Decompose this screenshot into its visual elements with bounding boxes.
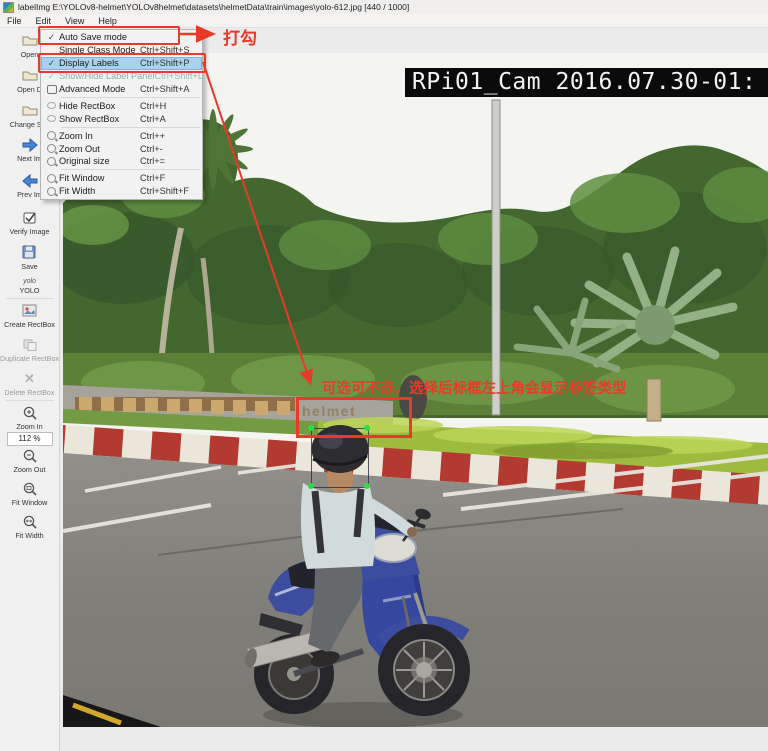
magnifier-fit-icon bbox=[22, 480, 38, 497]
x-icon: ✕ bbox=[24, 370, 35, 387]
menu-separator bbox=[61, 169, 200, 170]
menu-separator bbox=[61, 127, 200, 128]
front-wheel bbox=[378, 624, 470, 716]
save-button[interactable]: Save bbox=[1, 244, 59, 271]
folder-icon bbox=[21, 67, 39, 84]
tip-note-text: 可选可不选，选择后标框左上角会显示标签类型 bbox=[322, 377, 627, 398]
app-icon bbox=[3, 2, 14, 13]
zoom-out-button[interactable]: Zoom Out bbox=[1, 447, 59, 474]
create-rectbox-button[interactable]: Create RectBox bbox=[1, 302, 59, 329]
delete-rectbox-button[interactable]: ✕ Delete RectBox bbox=[1, 370, 59, 397]
zoom-level-value[interactable]: 112 % bbox=[7, 432, 53, 446]
magnifier-plus-icon bbox=[22, 404, 38, 421]
format-yolo-button[interactable]: yolo YOLO bbox=[1, 278, 59, 295]
menu-separator bbox=[61, 97, 200, 98]
bbox-handle-bottom-right[interactable] bbox=[364, 483, 370, 489]
checkbox-icon bbox=[22, 209, 38, 226]
divider bbox=[6, 400, 54, 401]
folder-icon bbox=[21, 102, 39, 119]
magnifier-icon bbox=[47, 144, 56, 153]
title-bar: labelImg E:\YOLOv8-helmet\YOLOv8helmet\d… bbox=[0, 0, 768, 14]
bbox-handle-bottom-left[interactable] bbox=[308, 483, 314, 489]
copy-icon bbox=[22, 336, 38, 353]
window-title: labelImg E:\YOLOv8-helmet\YOLOv8helmet\d… bbox=[18, 2, 409, 12]
menu-item-zoom-in[interactable]: Zoom In Ctrl++ bbox=[41, 129, 202, 142]
folder-icon bbox=[21, 32, 39, 49]
verify-image-button[interactable]: Verify Image bbox=[1, 209, 59, 236]
menu-item-show-rectbox[interactable]: Show RectBox Ctrl+A bbox=[41, 112, 202, 125]
utility-pole bbox=[492, 100, 500, 415]
arrow-right-icon bbox=[21, 136, 39, 153]
magnifier-minus-icon bbox=[22, 447, 38, 464]
headlight bbox=[370, 534, 416, 562]
menu-item-fit-width[interactable]: Fit Width Ctrl+Shift+F bbox=[41, 185, 202, 198]
eye-icon bbox=[47, 102, 56, 109]
menu-item-advanced-mode[interactable]: Advanced Mode Ctrl+Shift+A bbox=[41, 83, 202, 96]
menu-item-zoom-out[interactable]: Zoom Out Ctrl+- bbox=[41, 142, 202, 155]
camera-timestamp-overlay: RPi01_Cam 2016.07.30-01: bbox=[405, 68, 768, 97]
magnifier-icon bbox=[47, 157, 56, 166]
magnifier-icon bbox=[47, 131, 56, 140]
menu-item-fit-window[interactable]: Fit Window Ctrl+F bbox=[41, 172, 202, 185]
menu-item-original-size[interactable]: Original size Ctrl+= bbox=[41, 155, 202, 168]
check-note-text: 打勾 bbox=[223, 24, 257, 49]
tutorial-red-rectangle bbox=[296, 397, 412, 438]
divider bbox=[6, 298, 54, 299]
arrow-left-icon bbox=[21, 172, 39, 189]
fit-width-button[interactable]: Fit Width bbox=[1, 513, 59, 540]
magnifier-icon bbox=[47, 174, 56, 183]
duplicate-rectbox-button[interactable]: Duplicate RectBox bbox=[1, 336, 59, 363]
zoom-in-button[interactable]: Zoom In bbox=[1, 404, 59, 431]
magnifier-width-icon bbox=[22, 513, 38, 530]
floppy-disk-icon bbox=[22, 244, 37, 261]
menu-file[interactable]: File bbox=[0, 14, 29, 28]
highlight-box-auto-save bbox=[38, 26, 180, 45]
yolo-text-icon: yolo bbox=[23, 278, 36, 285]
highlight-box-display-labels bbox=[38, 53, 206, 73]
advanced-mode-icon bbox=[47, 85, 57, 94]
fit-window-button[interactable]: Fit Window bbox=[1, 480, 59, 507]
magnifier-icon bbox=[47, 187, 56, 196]
picture-icon bbox=[22, 302, 38, 319]
menu-item-hide-rectbox[interactable]: Hide RectBox Ctrl+H bbox=[41, 99, 202, 112]
eye-icon bbox=[47, 115, 56, 122]
